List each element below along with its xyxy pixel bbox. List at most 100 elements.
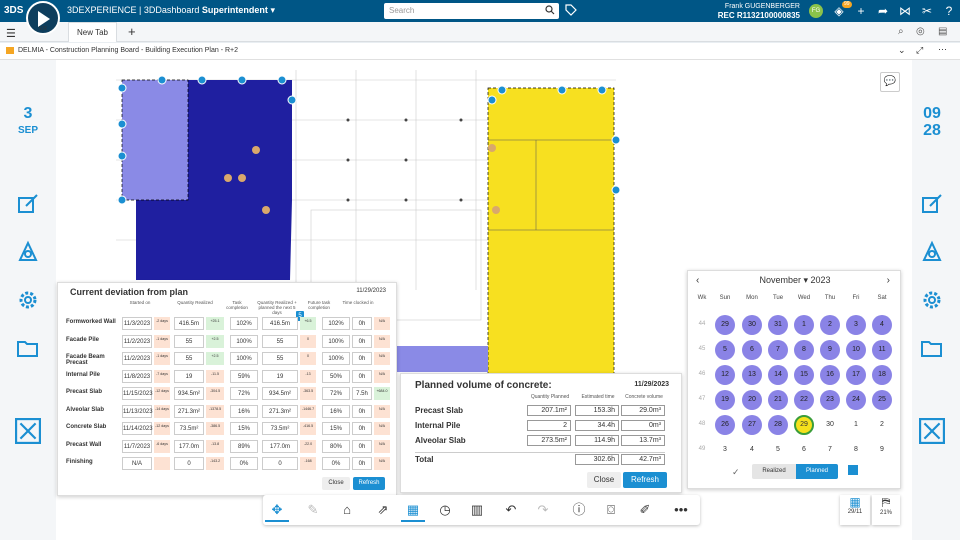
calendar-day[interactable]: 15 <box>794 365 814 385</box>
calendar-day[interactable]: 29 <box>715 315 735 335</box>
avatar[interactable]: FG <box>809 4 823 18</box>
calendar-day[interactable]: 2 <box>872 415 892 435</box>
tab-new[interactable]: New Tab <box>68 22 117 42</box>
deviation-refresh-button[interactable]: Refresh <box>353 477 385 490</box>
calendar-day[interactable]: 8 <box>846 440 866 460</box>
calendar-day[interactable]: 22 <box>794 390 814 410</box>
volume-refresh-button[interactable]: Refresh <box>623 472 667 488</box>
calendar-day[interactable]: 12 <box>715 365 735 385</box>
compass-button[interactable]: V,R <box>26 1 60 35</box>
more-icon[interactable]: ⋯ <box>938 44 947 55</box>
calendar-day[interactable]: 21 <box>768 390 788 410</box>
edit-icon[interactable] <box>16 192 40 216</box>
folder-open-icon[interactable] <box>16 336 40 360</box>
deviation-close-button[interactable]: Close <box>322 477 350 490</box>
calendar-day[interactable]: 30 <box>742 315 762 335</box>
redo-icon[interactable]: ↷ <box>531 498 555 522</box>
share-icon[interactable]: ➦ <box>876 4 890 18</box>
calendar-day[interactable]: 5 <box>715 340 735 360</box>
calendar-day[interactable]: 3 <box>846 315 866 335</box>
calendar-day[interactable]: 1 <box>794 315 814 335</box>
date-widget[interactable]: ▦ 29/11 <box>840 495 870 525</box>
calendar-day[interactable]: 27 <box>742 415 762 435</box>
calendar-day[interactable]: 6 <box>742 340 762 360</box>
add-tab-icon[interactable]: + <box>128 24 136 39</box>
help-icon[interactable]: ? <box>942 4 956 18</box>
calendar-day[interactable]: 7 <box>820 440 840 460</box>
collapse-view-icon[interactable] <box>919 418 945 444</box>
calendar-day[interactable]: 7 <box>768 340 788 360</box>
calendar-day[interactable]: 25 <box>872 390 892 410</box>
app-brand[interactable]: 3DEXPERIENCE | 3DDashboard Superintenden… <box>67 5 275 16</box>
chart-icon[interactable]: ⇗ <box>371 498 395 522</box>
planned-toggle[interactable]: Planned <box>796 464 838 479</box>
move-icon[interactable]: ✥ <box>265 498 289 522</box>
search-tab-icon[interactable]: ⌕ <box>898 26 904 37</box>
hierarchy-icon[interactable] <box>16 240 40 264</box>
camera-icon[interactable]: ⌼ <box>599 498 623 522</box>
calendar-day[interactable]: 19 <box>715 390 735 410</box>
settings-icon[interactable] <box>16 288 40 312</box>
calendar-icon[interactable] <box>848 465 858 475</box>
more-options-icon[interactable]: ••• <box>669 498 693 522</box>
calendar-day[interactable]: 20 <box>742 390 762 410</box>
calendar-day[interactable]: 9 <box>872 440 892 460</box>
calendar-day[interactable]: 4 <box>742 440 762 460</box>
vr-icon[interactable]: ◎ <box>916 26 925 37</box>
chat-icon[interactable]: ▤ <box>938 26 947 37</box>
tools-icon[interactable]: ✂ <box>920 4 934 18</box>
schedule-icon[interactable]: ▥ <box>465 498 489 522</box>
calendar-day[interactable]: 17 <box>846 365 866 385</box>
calendar-day[interactable]: 24 <box>846 390 866 410</box>
plus-icon[interactable]: + <box>854 4 868 18</box>
menu-icon[interactable]: ☰ <box>6 27 16 40</box>
expand-view-icon[interactable] <box>15 418 41 444</box>
calendar-day[interactable]: 16 <box>820 365 840 385</box>
inspect-icon[interactable]: ⓘ <box>567 498 591 522</box>
calendar-day[interactable]: 18 <box>872 365 892 385</box>
tag-icon[interactable] <box>565 4 577 16</box>
user-info[interactable]: Frank GUGENBERGER REC R1132100000835 <box>700 2 800 20</box>
calendar-day[interactable]: 13 <box>742 365 762 385</box>
collapse-icon[interactable]: ⌄ <box>898 45 906 56</box>
calendar-header[interactable]: November ▾ 2023 <box>688 275 902 286</box>
building-icon[interactable]: ⌂ <box>335 498 359 522</box>
fullscreen-icon[interactable]: ⤢ <box>916 45 923 56</box>
calendar-day[interactable]: 14 <box>768 365 788 385</box>
network-icon[interactable]: ⋈ <box>898 4 912 18</box>
realized-toggle[interactable]: Realized <box>752 464 796 479</box>
volume-close-button[interactable]: Close <box>587 472 621 488</box>
clock-icon[interactable]: ◷ <box>433 498 457 522</box>
next-month-icon[interactable]: › <box>887 275 890 286</box>
folder-open-icon-right[interactable] <box>920 336 944 360</box>
calendar-day[interactable]: 8 <box>794 340 814 360</box>
calendar-day[interactable]: 2 <box>820 315 840 335</box>
calendar-day[interactable]: 26 <box>715 415 735 435</box>
calendar-day[interactable]: 4 <box>872 315 892 335</box>
calendar-day[interactable]: 31 <box>768 315 788 335</box>
weekday-header: Thu <box>824 295 836 301</box>
map-widget[interactable]: ⛿ 21% <box>872 495 900 525</box>
comment-icon[interactable]: 💬 <box>880 72 900 92</box>
calendar-day[interactable]: 30 <box>820 415 840 435</box>
calendar-day[interactable]: 29 <box>794 415 814 435</box>
calendar-day[interactable]: 23 <box>820 390 840 410</box>
plan-icon[interactable]: ▦ <box>401 498 425 522</box>
edit-icon-right[interactable] <box>920 192 944 216</box>
calendar-day[interactable]: 10 <box>846 340 866 360</box>
calendar-day[interactable]: 28 <box>768 415 788 435</box>
search-input[interactable]: Search <box>384 3 559 19</box>
undo-icon[interactable]: ↶ <box>499 498 523 522</box>
calendar-day[interactable]: 6 <box>794 440 814 460</box>
calendar-day[interactable]: 1 <box>846 415 866 435</box>
brush-icon[interactable]: ✐ <box>633 498 657 522</box>
calendar-day[interactable]: 9 <box>820 340 840 360</box>
check-icon[interactable]: ✓ <box>732 467 740 478</box>
hierarchy-icon-right[interactable] <box>920 240 944 264</box>
settings-icon-right[interactable] <box>920 288 944 312</box>
calendar-day[interactable]: 3 <box>715 440 735 460</box>
search-icon[interactable] <box>545 5 555 15</box>
pen-icon[interactable]: ✎ <box>301 498 325 522</box>
calendar-day[interactable]: 11 <box>872 340 892 360</box>
calendar-day[interactable]: 5 <box>768 440 788 460</box>
